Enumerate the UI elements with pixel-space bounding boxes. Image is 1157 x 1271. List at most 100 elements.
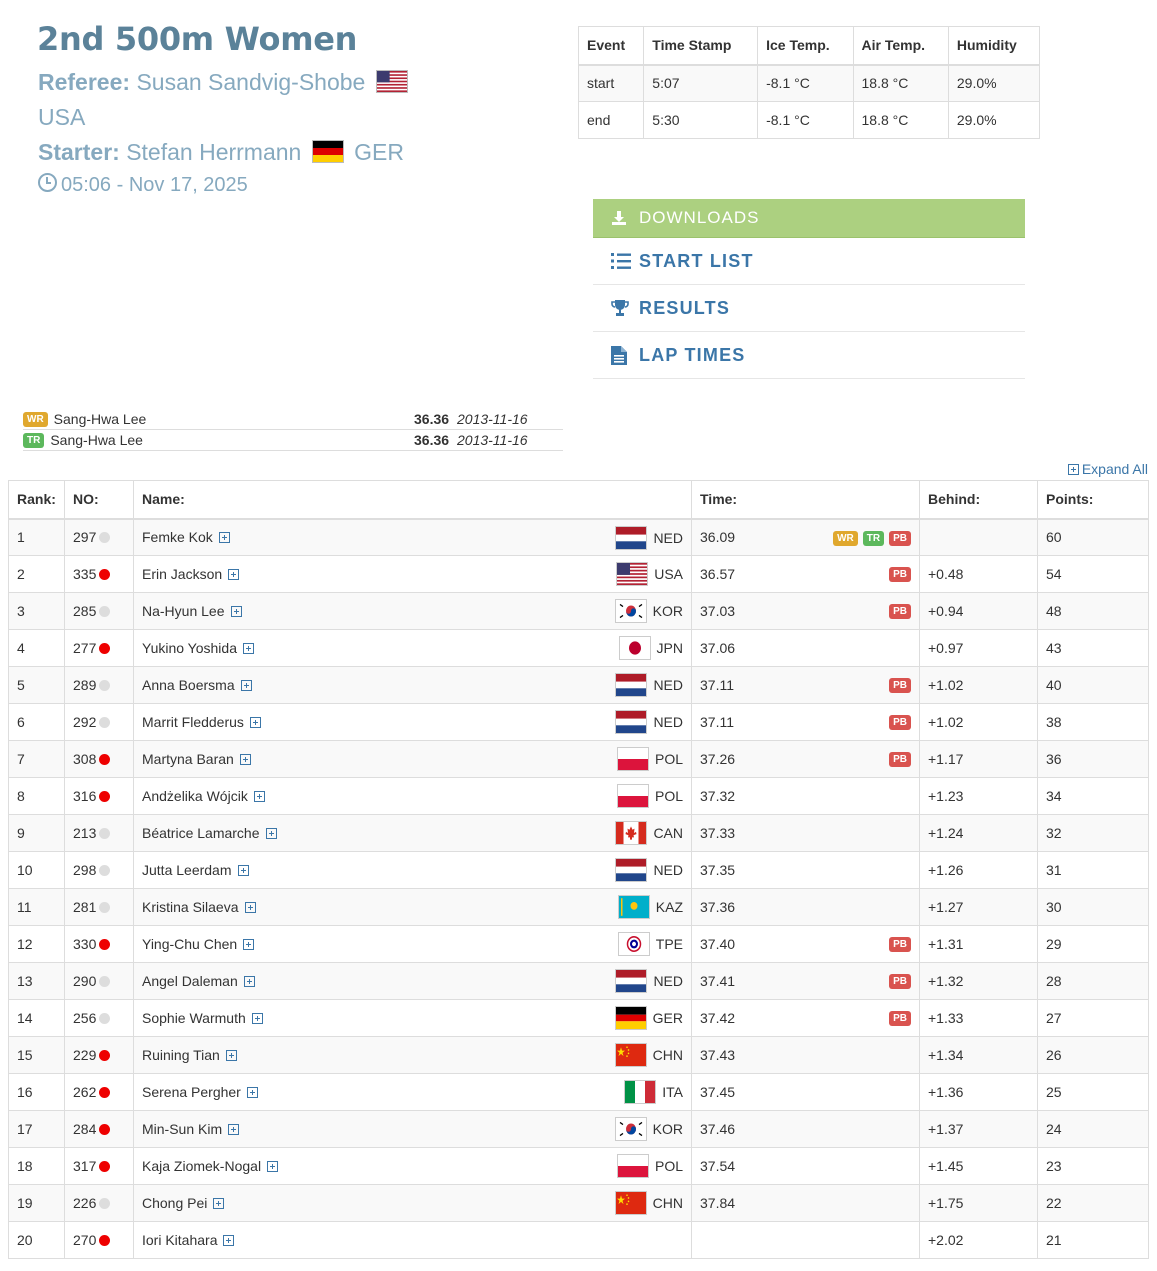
- bib-number: 226: [73, 1195, 97, 1211]
- record-badges: PB: [889, 567, 911, 582]
- points-cell: 32: [1037, 814, 1149, 852]
- record-badges: PB: [889, 678, 911, 693]
- country-code: NED: [653, 529, 683, 546]
- number-cell: 330: [64, 925, 134, 963]
- skater-name: Kristina Silaeva: [142, 899, 239, 915]
- points-cell: 26: [1037, 1036, 1149, 1074]
- time-value: 37.42: [700, 1010, 736, 1026]
- table-row: 8 316 Andżelika Wójcik POL 37.32 +1.23 34: [8, 777, 1149, 815]
- expand-row-icon[interactable]: [225, 1050, 237, 1061]
- expand-row-icon[interactable]: [243, 976, 255, 987]
- bib-number: 285: [73, 603, 97, 619]
- track-record-badge: TR: [862, 530, 885, 546]
- lane-dot-icon: [99, 643, 111, 654]
- expand-row-icon[interactable]: [243, 939, 255, 950]
- skater-name: Chong Pei: [142, 1195, 208, 1211]
- rank-cell: 13: [8, 962, 65, 1000]
- results-link[interactable]: RESULTS: [593, 285, 1025, 332]
- behind-cell: +1.17: [919, 740, 1038, 778]
- header-behind: Behind:: [919, 480, 1038, 520]
- name-cell: Angel Daleman NED: [133, 962, 692, 1000]
- expand-row-icon[interactable]: [239, 754, 251, 765]
- expand-row-icon[interactable]: [244, 902, 256, 913]
- points-cell: 30: [1037, 888, 1149, 926]
- nationality: NED: [615, 858, 683, 882]
- expand-row-icon[interactable]: [253, 791, 265, 802]
- number-cell: 317: [64, 1147, 134, 1185]
- time-value: 37.54: [700, 1158, 736, 1174]
- italy-flag-icon: [624, 1080, 657, 1104]
- number-cell: 281: [64, 888, 134, 926]
- rank-cell: 12: [8, 925, 65, 963]
- expand-row-icon[interactable]: [228, 569, 240, 580]
- netherlands-flag-icon: [615, 858, 648, 882]
- expand-all-link[interactable]: Expand All: [1067, 461, 1148, 477]
- name-cell: Chong Pei CHN: [133, 1184, 692, 1222]
- country-code: POL: [654, 751, 683, 767]
- points-cell: 31: [1037, 851, 1149, 889]
- expand-row-icon[interactable]: [218, 532, 230, 544]
- skater-name: Serena Pergher: [142, 1084, 241, 1100]
- points-cell: 22: [1037, 1184, 1149, 1222]
- expand-row-icon[interactable]: [246, 1087, 258, 1098]
- expand-row-icon[interactable]: [213, 1198, 225, 1209]
- nationality: POL: [616, 1154, 683, 1178]
- expand-row-icon[interactable]: [223, 1235, 235, 1246]
- expand-row-icon[interactable]: [230, 606, 242, 617]
- start-list-link[interactable]: START LIST: [593, 238, 1025, 285]
- expand-row-icon[interactable]: [265, 828, 277, 839]
- expand-row-icon[interactable]: [228, 1124, 240, 1135]
- skater-name: Béatrice Lamarche: [142, 825, 260, 841]
- expand-row-icon[interactable]: [240, 680, 252, 691]
- nationality: NED: [615, 673, 683, 697]
- download-icon: [611, 210, 639, 226]
- record-badges: PB: [889, 974, 911, 989]
- record-badges: PB: [889, 1011, 911, 1026]
- country-code: NED: [653, 862, 683, 878]
- start-list-label: START LIST: [639, 250, 754, 271]
- lap-times-link[interactable]: LAP TIMES: [593, 332, 1025, 379]
- name-cell: Béatrice Lamarche CAN: [133, 814, 692, 852]
- conditions-header-event: Event: [577, 26, 645, 66]
- time-cell: 36.57 PB: [691, 555, 920, 593]
- record-date: 2013-11-16: [457, 411, 528, 427]
- record-badges: WR TR PB: [833, 530, 911, 546]
- personal-best-badge: PB: [889, 937, 911, 952]
- rank-cell: 3: [8, 592, 65, 630]
- table-row: 20 270 Iori Kitahara +2.02 21: [8, 1221, 1149, 1259]
- expand-row-icon[interactable]: [267, 1161, 279, 1172]
- lane-dot-icon: [99, 1124, 111, 1135]
- points-cell: 60: [1037, 518, 1149, 556]
- nationality: KOR: [614, 599, 683, 623]
- expand-row-icon[interactable]: [249, 717, 261, 728]
- lane-dot-icon: [99, 865, 111, 876]
- personal-best-badge: PB: [889, 1011, 911, 1026]
- lane-dot-icon: [99, 606, 111, 617]
- record-time: 36.36: [414, 432, 450, 448]
- expand-row-icon[interactable]: [237, 865, 249, 876]
- personal-best-badge: PB: [889, 604, 911, 619]
- behind-cell: +1.27: [919, 888, 1038, 926]
- number-cell: 277: [64, 629, 134, 667]
- record-holder-name: Sang-Hwa Lee: [53, 411, 147, 427]
- netherlands-flag-icon: [615, 710, 648, 734]
- expand-row-icon[interactable]: [251, 1013, 263, 1024]
- behind-cell: +1.34: [919, 1036, 1038, 1074]
- country-code: POL: [654, 1158, 683, 1174]
- table-row: 12 330 Ying-Chu Chen TPE 37.40 PB +1.31 29: [8, 925, 1149, 963]
- lane-dot-icon: [99, 791, 111, 802]
- table-row: 10 298 Jutta Leerdam NED 37.35 +1.26 31: [8, 851, 1149, 889]
- behind-cell: +0.94: [919, 592, 1038, 630]
- canada-flag-icon: [615, 821, 648, 845]
- time-cell: 37.84: [691, 1184, 920, 1222]
- bib-number: 229: [73, 1047, 97, 1063]
- number-cell: 213: [64, 814, 134, 852]
- bib-number: 270: [73, 1232, 97, 1248]
- lane-dot-icon: [99, 1235, 111, 1246]
- expand-row-icon[interactable]: [242, 643, 254, 654]
- bib-number: 256: [73, 1010, 97, 1026]
- lane-dot-icon: [99, 754, 111, 765]
- table-row: 3 285 Na-Hyun Lee KOR 37.03 PB +0.94 48: [8, 592, 1149, 630]
- number-cell: 335: [64, 555, 134, 593]
- table-row: 6 292 Marrit Fledderus NED 37.11 PB +1.02 38: [8, 703, 1149, 741]
